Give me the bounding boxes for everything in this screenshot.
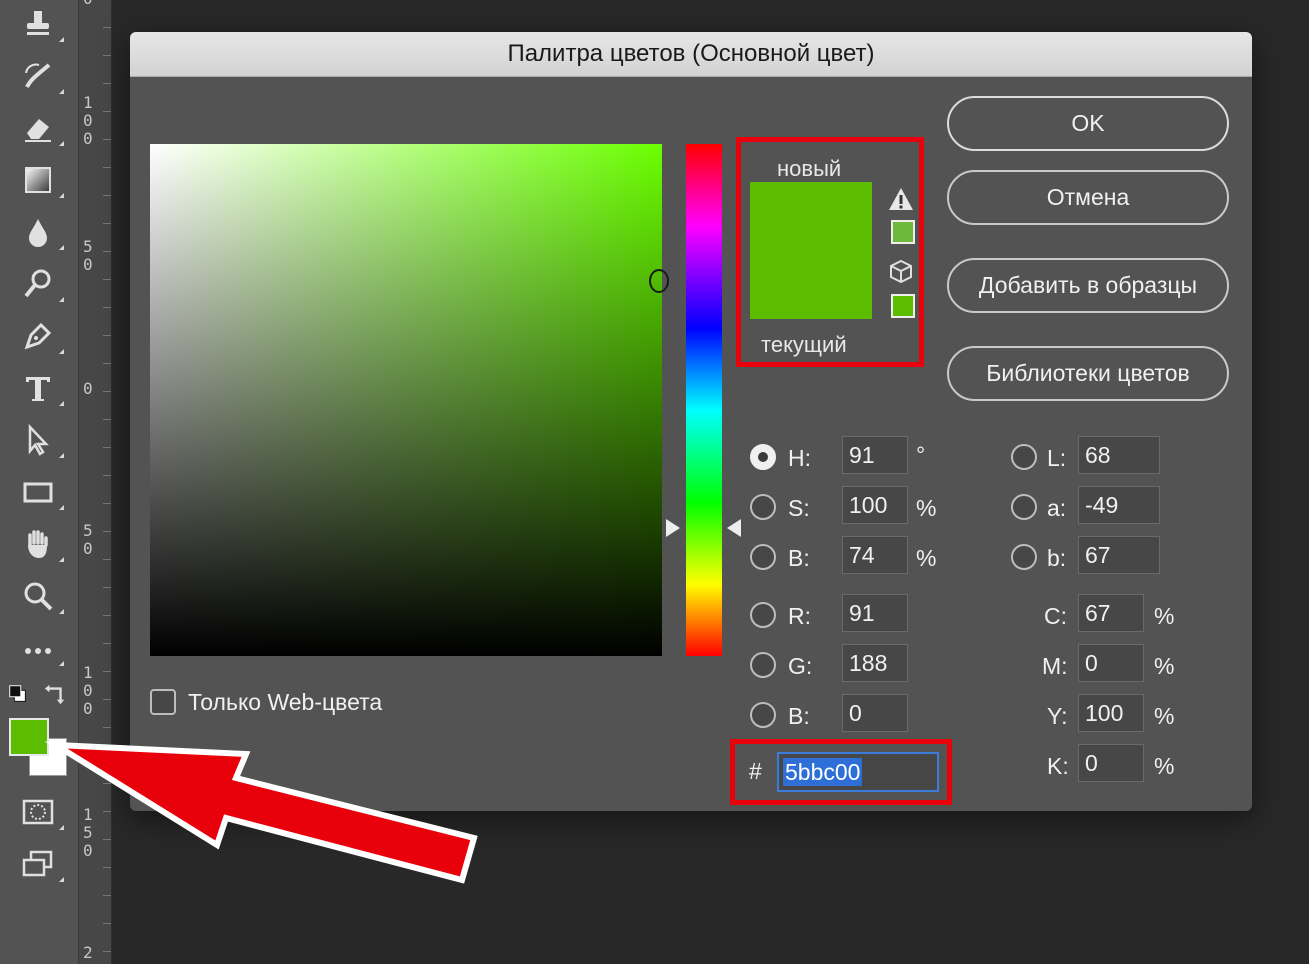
history-brush-icon[interactable] — [18, 56, 64, 96]
a-label: a: — [1047, 495, 1067, 521]
more-icon[interactable] — [18, 628, 64, 668]
web-safe-swatch[interactable] — [891, 294, 915, 318]
k-input[interactable]: 0 — [1078, 744, 1144, 782]
lab-b-radio[interactable] — [1011, 544, 1037, 570]
default-colors-icon[interactable] — [6, 682, 30, 706]
ruler-label: 0 — [83, 379, 93, 398]
hex-hash-label: # — [749, 758, 762, 784]
ruler-label: 2 — [83, 943, 93, 962]
s-radio[interactable] — [750, 494, 776, 520]
m-label: M: — [1042, 653, 1068, 679]
saturation-brightness-field[interactable] — [150, 144, 662, 656]
color-compare-highlight: новый текущий — [736, 137, 924, 367]
swap-colors-icon[interactable] — [42, 682, 68, 708]
color-field-marker[interactable] — [649, 269, 669, 293]
h-unit: ° — [916, 442, 926, 468]
hex-value: 5bbc00 — [783, 758, 863, 786]
g-radio[interactable] — [750, 652, 776, 678]
ok-button[interactable]: OK — [947, 96, 1229, 151]
k-unit: % — [1154, 753, 1175, 779]
web-safe-cube-icon[interactable] — [888, 258, 914, 284]
r-input[interactable]: 91 — [842, 594, 908, 632]
m-unit: % — [1154, 653, 1175, 679]
tools-panel — [0, 0, 79, 964]
s-input[interactable]: 100 — [842, 486, 908, 524]
l-radio[interactable] — [1011, 444, 1037, 470]
ruler-label: 1 0 0 — [83, 93, 93, 148]
new-current-color-swatch[interactable] — [750, 182, 872, 319]
blue-label: B: — [788, 703, 810, 729]
new-color-label: новый — [777, 156, 842, 181]
a-radio[interactable] — [1011, 494, 1037, 520]
stamp-icon[interactable] — [18, 4, 64, 44]
h-input[interactable]: 91 — [842, 436, 908, 474]
lab-b-label: b: — [1047, 545, 1067, 571]
b-radio[interactable] — [750, 544, 776, 570]
web-colors-only-label: Только Web-цвета — [188, 689, 383, 715]
path-select-icon[interactable] — [18, 420, 64, 460]
r-label: R: — [788, 603, 811, 629]
cancel-button[interactable]: Отмена — [947, 170, 1229, 225]
hex-input[interactable]: 5bbc00 — [777, 752, 939, 792]
hand-icon[interactable] — [18, 524, 64, 564]
add-to-swatches-button[interactable]: Добавить в образцы — [947, 258, 1229, 313]
gradient-icon[interactable] — [18, 160, 64, 200]
ruler-label: 5 0 — [83, 521, 93, 558]
web-colors-only-checkbox[interactable] — [150, 689, 176, 715]
hue-slider-right-handle-icon[interactable] — [727, 519, 741, 537]
dodge-icon[interactable] — [18, 264, 64, 304]
blue-radio[interactable] — [750, 702, 776, 728]
y-label: Y: — [1047, 703, 1068, 729]
pen-icon[interactable] — [18, 316, 64, 356]
current-color-label: текущий — [761, 332, 847, 357]
y-unit: % — [1154, 703, 1175, 729]
r-radio[interactable] — [750, 602, 776, 628]
color-picker-dialog: Палитра цветов (Основной цвет) новый тек… — [130, 32, 1252, 811]
hex-highlight: # 5bbc00 — [730, 739, 952, 805]
dialog-title: Палитра цветов (Основной цвет) — [130, 32, 1252, 77]
eraser-icon[interactable] — [18, 108, 64, 148]
c-label: C: — [1044, 603, 1067, 629]
lab-b-input[interactable]: 67 — [1078, 536, 1160, 574]
l-input[interactable]: 68 — [1078, 436, 1160, 474]
s-unit: % — [916, 495, 937, 521]
l-label: L: — [1047, 445, 1067, 471]
gamut-correction-swatch[interactable] — [891, 220, 915, 244]
type-icon[interactable] — [18, 368, 64, 408]
c-input[interactable]: 67 — [1078, 594, 1144, 632]
blur-drop-icon[interactable] — [18, 212, 64, 252]
m-input[interactable]: 0 — [1078, 644, 1144, 682]
out-of-gamut-warning-icon[interactable] — [888, 186, 914, 212]
quick-mask-icon[interactable] — [18, 792, 64, 832]
hue-slider[interactable] — [686, 144, 722, 656]
ruler-label: 5 0 — [83, 237, 93, 274]
foreground-color-swatch[interactable] — [9, 718, 49, 756]
zoom-icon[interactable] — [18, 576, 64, 616]
c-unit: % — [1154, 603, 1175, 629]
a-input[interactable]: -49 — [1078, 486, 1160, 524]
h-label: H: — [788, 445, 811, 471]
g-label: G: — [788, 653, 813, 679]
ruler-label: 1 0 0 — [83, 663, 93, 718]
vertical-ruler: 0 1 0 0 5 0 0 5 0 1 0 0 1 5 0 2 — [79, 0, 112, 964]
hue-slider-left-handle-icon[interactable] — [666, 519, 680, 537]
h-radio[interactable] — [750, 444, 776, 470]
screen-mode-icon[interactable] — [18, 844, 64, 884]
g-input[interactable]: 188 — [842, 644, 908, 682]
color-libraries-button[interactable]: Библиотеки цветов — [947, 346, 1229, 401]
b-unit: % — [916, 545, 937, 571]
blue-input[interactable]: 0 — [842, 694, 908, 732]
b-input[interactable]: 74 — [842, 536, 908, 574]
k-label: K: — [1047, 753, 1069, 779]
ruler-label: 0 — [83, 0, 95, 8]
y-input[interactable]: 100 — [1078, 694, 1144, 732]
s-label: S: — [788, 495, 810, 521]
rectangle-icon[interactable] — [18, 472, 64, 512]
ruler-label: 1 5 0 — [83, 805, 93, 860]
b-label: B: — [788, 545, 810, 571]
